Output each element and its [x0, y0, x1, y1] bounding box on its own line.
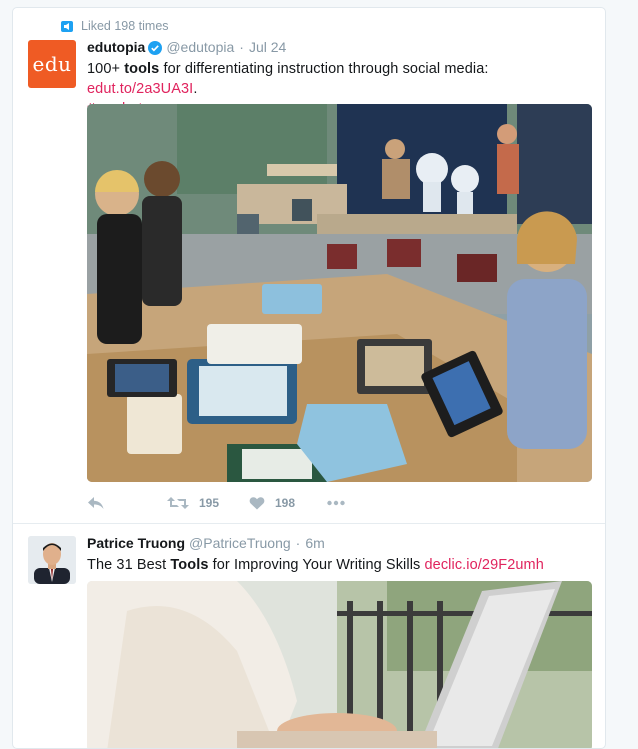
avatar[interactable] — [28, 536, 76, 584]
tweet-text-part: The 31 Best — [87, 557, 171, 573]
separator-dot: · — [239, 39, 244, 55]
timeline-stream: Liked 198 times edu edutopia @edutopia ·… — [12, 7, 606, 749]
author-name[interactable]: Patrice Truong — [87, 534, 185, 553]
tweet-text-highlight: Tools — [170, 557, 209, 573]
tweet-link[interactable]: declic.io/29F2umh — [425, 557, 544, 573]
author-handle[interactable]: @PatriceTruong — [189, 534, 291, 553]
tweet-text-part: . — [193, 81, 198, 97]
megaphone-icon — [61, 20, 73, 32]
avatar[interactable]: edu — [28, 40, 76, 88]
tweet-text-highlight: tools — [124, 61, 160, 77]
tweet-header: Patrice Truong @PatriceTruong · 6m — [87, 534, 593, 553]
laptop-photo-image — [87, 581, 592, 748]
more-button[interactable] — [327, 500, 345, 506]
tweet-photo-classroom[interactable] — [87, 104, 592, 482]
like-count: 198 — [275, 496, 296, 510]
heart-icon — [249, 497, 265, 510]
retweet-icon — [167, 497, 189, 509]
tweet-text: The 31 Best Tools for Improving Your Wri… — [87, 555, 593, 575]
author-handle[interactable]: @edutopia — [166, 38, 234, 57]
tweet-text-part: for differentiating instruction through … — [159, 61, 489, 77]
reply-icon — [88, 497, 104, 509]
social-context-label: Liked 198 times — [81, 19, 169, 33]
reply-button[interactable] — [87, 496, 167, 510]
tweet-link[interactable]: edut.to/2a3UA3I — [87, 81, 193, 97]
tweet-edutopia[interactable]: Liked 198 times edu edutopia @edutopia ·… — [13, 8, 605, 524]
avatar-photo — [28, 536, 76, 584]
retweet-button[interactable]: 195 — [167, 496, 249, 510]
tweet-photo-laptop[interactable] — [87, 581, 592, 748]
tweet-text-part: for Improving Your Writing Skills — [208, 557, 425, 573]
retweet-count: 195 — [199, 496, 220, 510]
timestamp[interactable]: 6m — [305, 534, 324, 553]
author-name[interactable]: edutopia — [87, 38, 145, 57]
verified-badge-icon — [148, 40, 163, 55]
avatar-logo-text: edu — [32, 52, 72, 76]
tweet-text-part: 100+ — [87, 61, 125, 77]
more-dots-icon — [327, 500, 345, 506]
classroom-photo-image — [87, 104, 592, 482]
separator-dot: · — [295, 535, 301, 551]
like-button[interactable]: 198 — [249, 496, 327, 510]
tweet-header: edutopia @edutopia · Jul 24 — [87, 38, 593, 57]
social-context: Liked 198 times — [61, 17, 169, 35]
tweet-actions: 195 198 — [87, 494, 345, 512]
timestamp[interactable]: Jul 24 — [249, 38, 286, 57]
